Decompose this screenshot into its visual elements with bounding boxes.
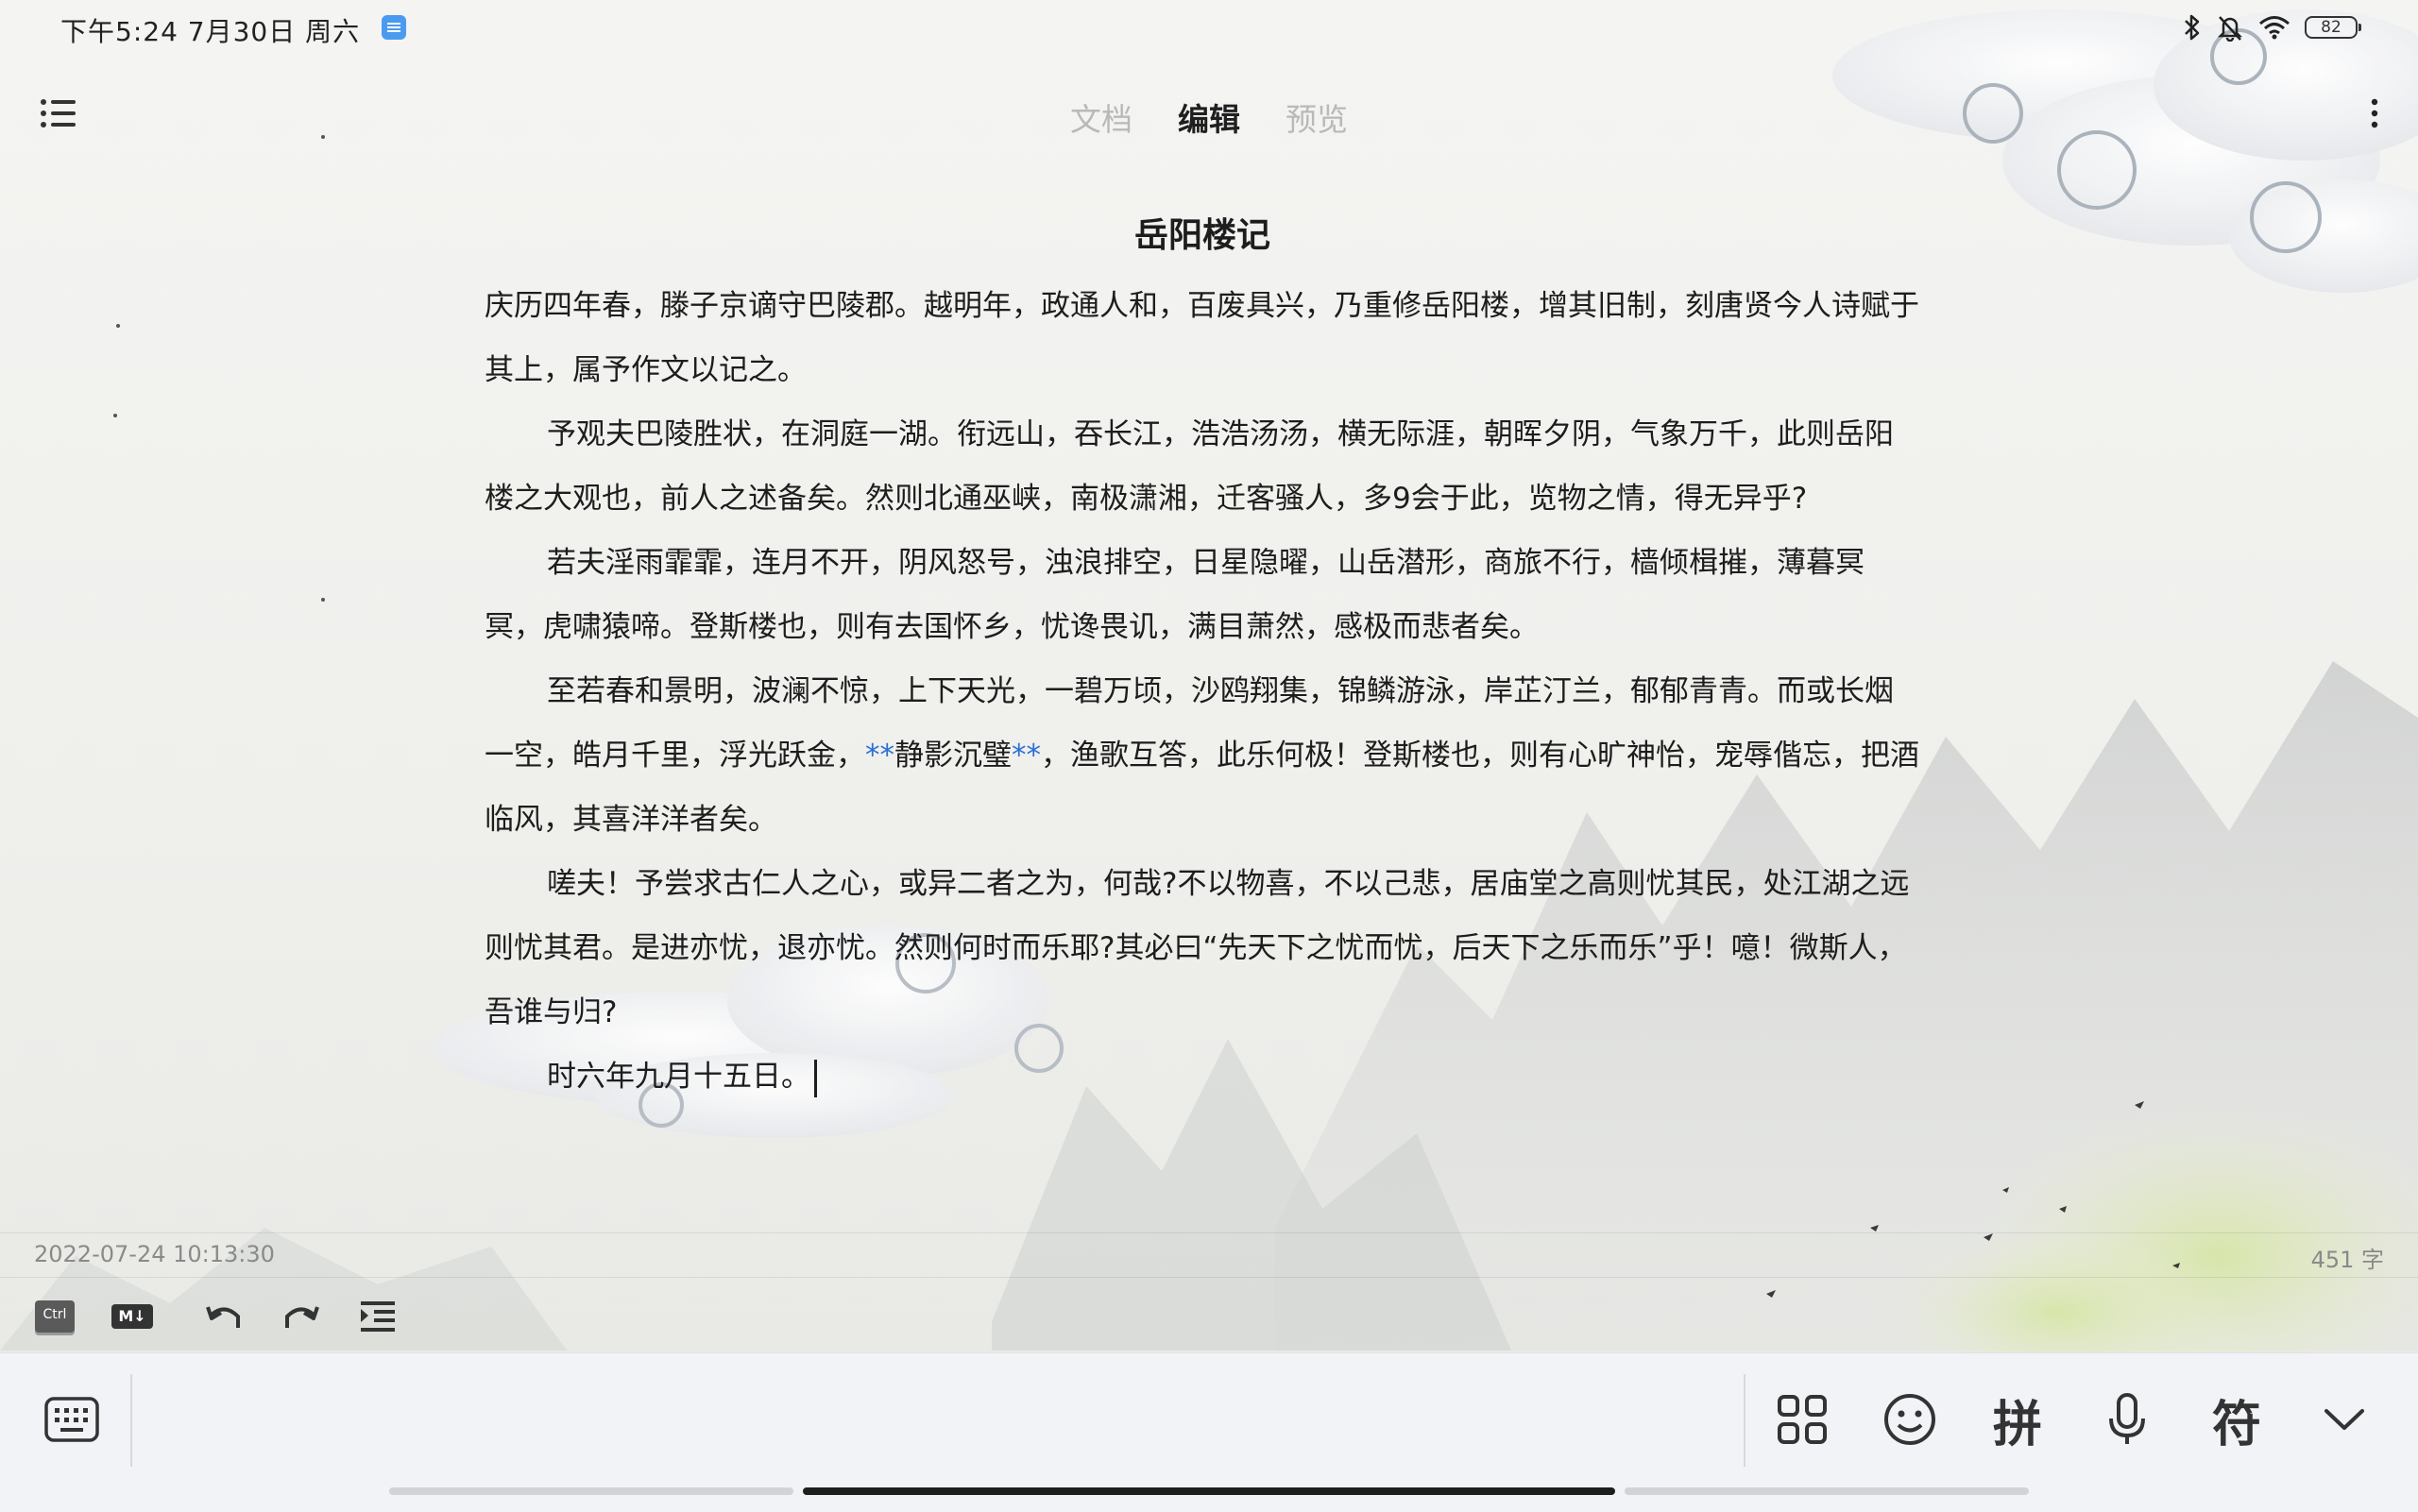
indent-icon [361, 1301, 395, 1332]
separator [130, 1374, 132, 1467]
voice-input-button[interactable] [2091, 1384, 2163, 1455]
paragraph-1: 庆历四年春，滕子京谪守巴陵郡。越明年，政通人和，百废具兴，乃重修岳阳楼，增其旧制… [485, 289, 1919, 387]
bluetooth-icon [2185, 14, 2200, 41]
status-bar: 下午5:24 7月30日 周六 82 [0, 0, 2418, 55]
paragraph-3: 若夫淫雨霏霏，连月不开，阴风怒号，浊浪排空，日星隐曜，山岳潜形，商旅不行，樯倾楫… [485, 546, 1865, 644]
input-method-bar: 拼 符 [0, 1352, 2418, 1512]
bell-muted-icon [2217, 16, 2243, 42]
notes-app-icon [382, 15, 406, 40]
tab-edit[interactable]: 编辑 [1178, 94, 1240, 140]
indent-button[interactable] [353, 1292, 402, 1341]
battery-icon: 82 [2305, 16, 2361, 39]
emoji-icon [1884, 1394, 1935, 1445]
page-indicator-left [389, 1487, 793, 1495]
modified-timestamp: 2022-07-24 10:13:30 [34, 1241, 275, 1267]
undo-button[interactable] [200, 1292, 249, 1341]
collapse-chevron-icon [2324, 1409, 2364, 1430]
redo-icon [285, 1306, 319, 1328]
keyboard-toggle-button[interactable] [36, 1384, 108, 1455]
editor-area[interactable]: 岳阳楼记 庆历四年春，滕子京谪守巴陵郡。越明年，政通人和，百废具兴，乃重修岳阳楼… [485, 198, 1920, 1109]
home-indicator[interactable] [803, 1487, 1615, 1495]
collapse-keyboard-button[interactable] [2308, 1384, 2380, 1455]
symbols-label: 符 [2211, 1396, 2261, 1453]
text-cursor [814, 1059, 817, 1097]
keyboard-icon [44, 1397, 99, 1442]
markdown-icon: M↓ [111, 1304, 153, 1329]
ctrl-key-icon: Ctrl [35, 1300, 75, 1333]
markdown-button[interactable]: M↓ [108, 1292, 157, 1341]
page-indicator-right [1625, 1487, 2029, 1495]
symbols-button[interactable]: 符 [2201, 1384, 2273, 1455]
more-vertical-icon [2371, 98, 2378, 128]
tab-document[interactable]: 文档 [1070, 94, 1132, 140]
microphone-icon [2109, 1393, 2145, 1444]
view-tabs: 文档 编辑 预览 [0, 94, 2418, 140]
ctrl-button[interactable]: Ctrl [30, 1292, 79, 1341]
info-bar: 2022-07-24 10:13:30 451 字 [0, 1232, 2418, 1278]
separator [1744, 1374, 1745, 1467]
paragraph-4: 至若春和景明，波澜不惊，上下天光，一碧万顷，沙鸥翔集，锦鳞游泳，岸芷汀兰，郁郁青… [485, 659, 1920, 852]
more-button[interactable] [2356, 94, 2393, 132]
emoji-button[interactable] [1874, 1384, 1946, 1455]
apps-grid-icon [1778, 1395, 1827, 1444]
editor-toolbar: Ctrl M↓ [0, 1284, 2418, 1351]
markdown-bold-marker-close: ** [1012, 739, 1041, 773]
bold-text: 静影沉璧 [894, 739, 1012, 773]
tab-preview[interactable]: 预览 [1286, 94, 1348, 140]
status-icons: 82 [2182, 11, 2361, 43]
paragraph-6: 时六年九月十五日。 [485, 1045, 1920, 1109]
wifi-icon [2259, 16, 2290, 40]
paragraph-6-text: 时六年九月十五日。 [547, 1060, 810, 1094]
paragraph-5: 嗟夫！予尝求古仁人之心，或异二者之为，何哉?不以物喜，不以己悲，居庙堂之高则忧其… [485, 867, 1910, 1029]
paragraph-2: 予观夫巴陵胜状，在洞庭一湖。衔远山，吞长江，浩浩汤汤，横无际涯，朝晖夕阴，气象万… [485, 417, 1894, 516]
status-time: 下午5:24 7月30日 周六 [60, 16, 361, 47]
pinyin-label: 拼 [1992, 1396, 2042, 1453]
top-bar: 文档 编辑 预览 [0, 76, 2418, 151]
apps-grid-button[interactable] [1766, 1384, 1838, 1455]
redo-button[interactable] [276, 1292, 325, 1341]
pinyin-button[interactable]: 拼 [1982, 1384, 2053, 1455]
markdown-bold-marker-open: ** [865, 739, 894, 773]
undo-icon [206, 1306, 240, 1328]
word-count: 451 字 [2310, 1247, 2384, 1273]
document-title: 岳阳楼记 [1133, 216, 1270, 255]
